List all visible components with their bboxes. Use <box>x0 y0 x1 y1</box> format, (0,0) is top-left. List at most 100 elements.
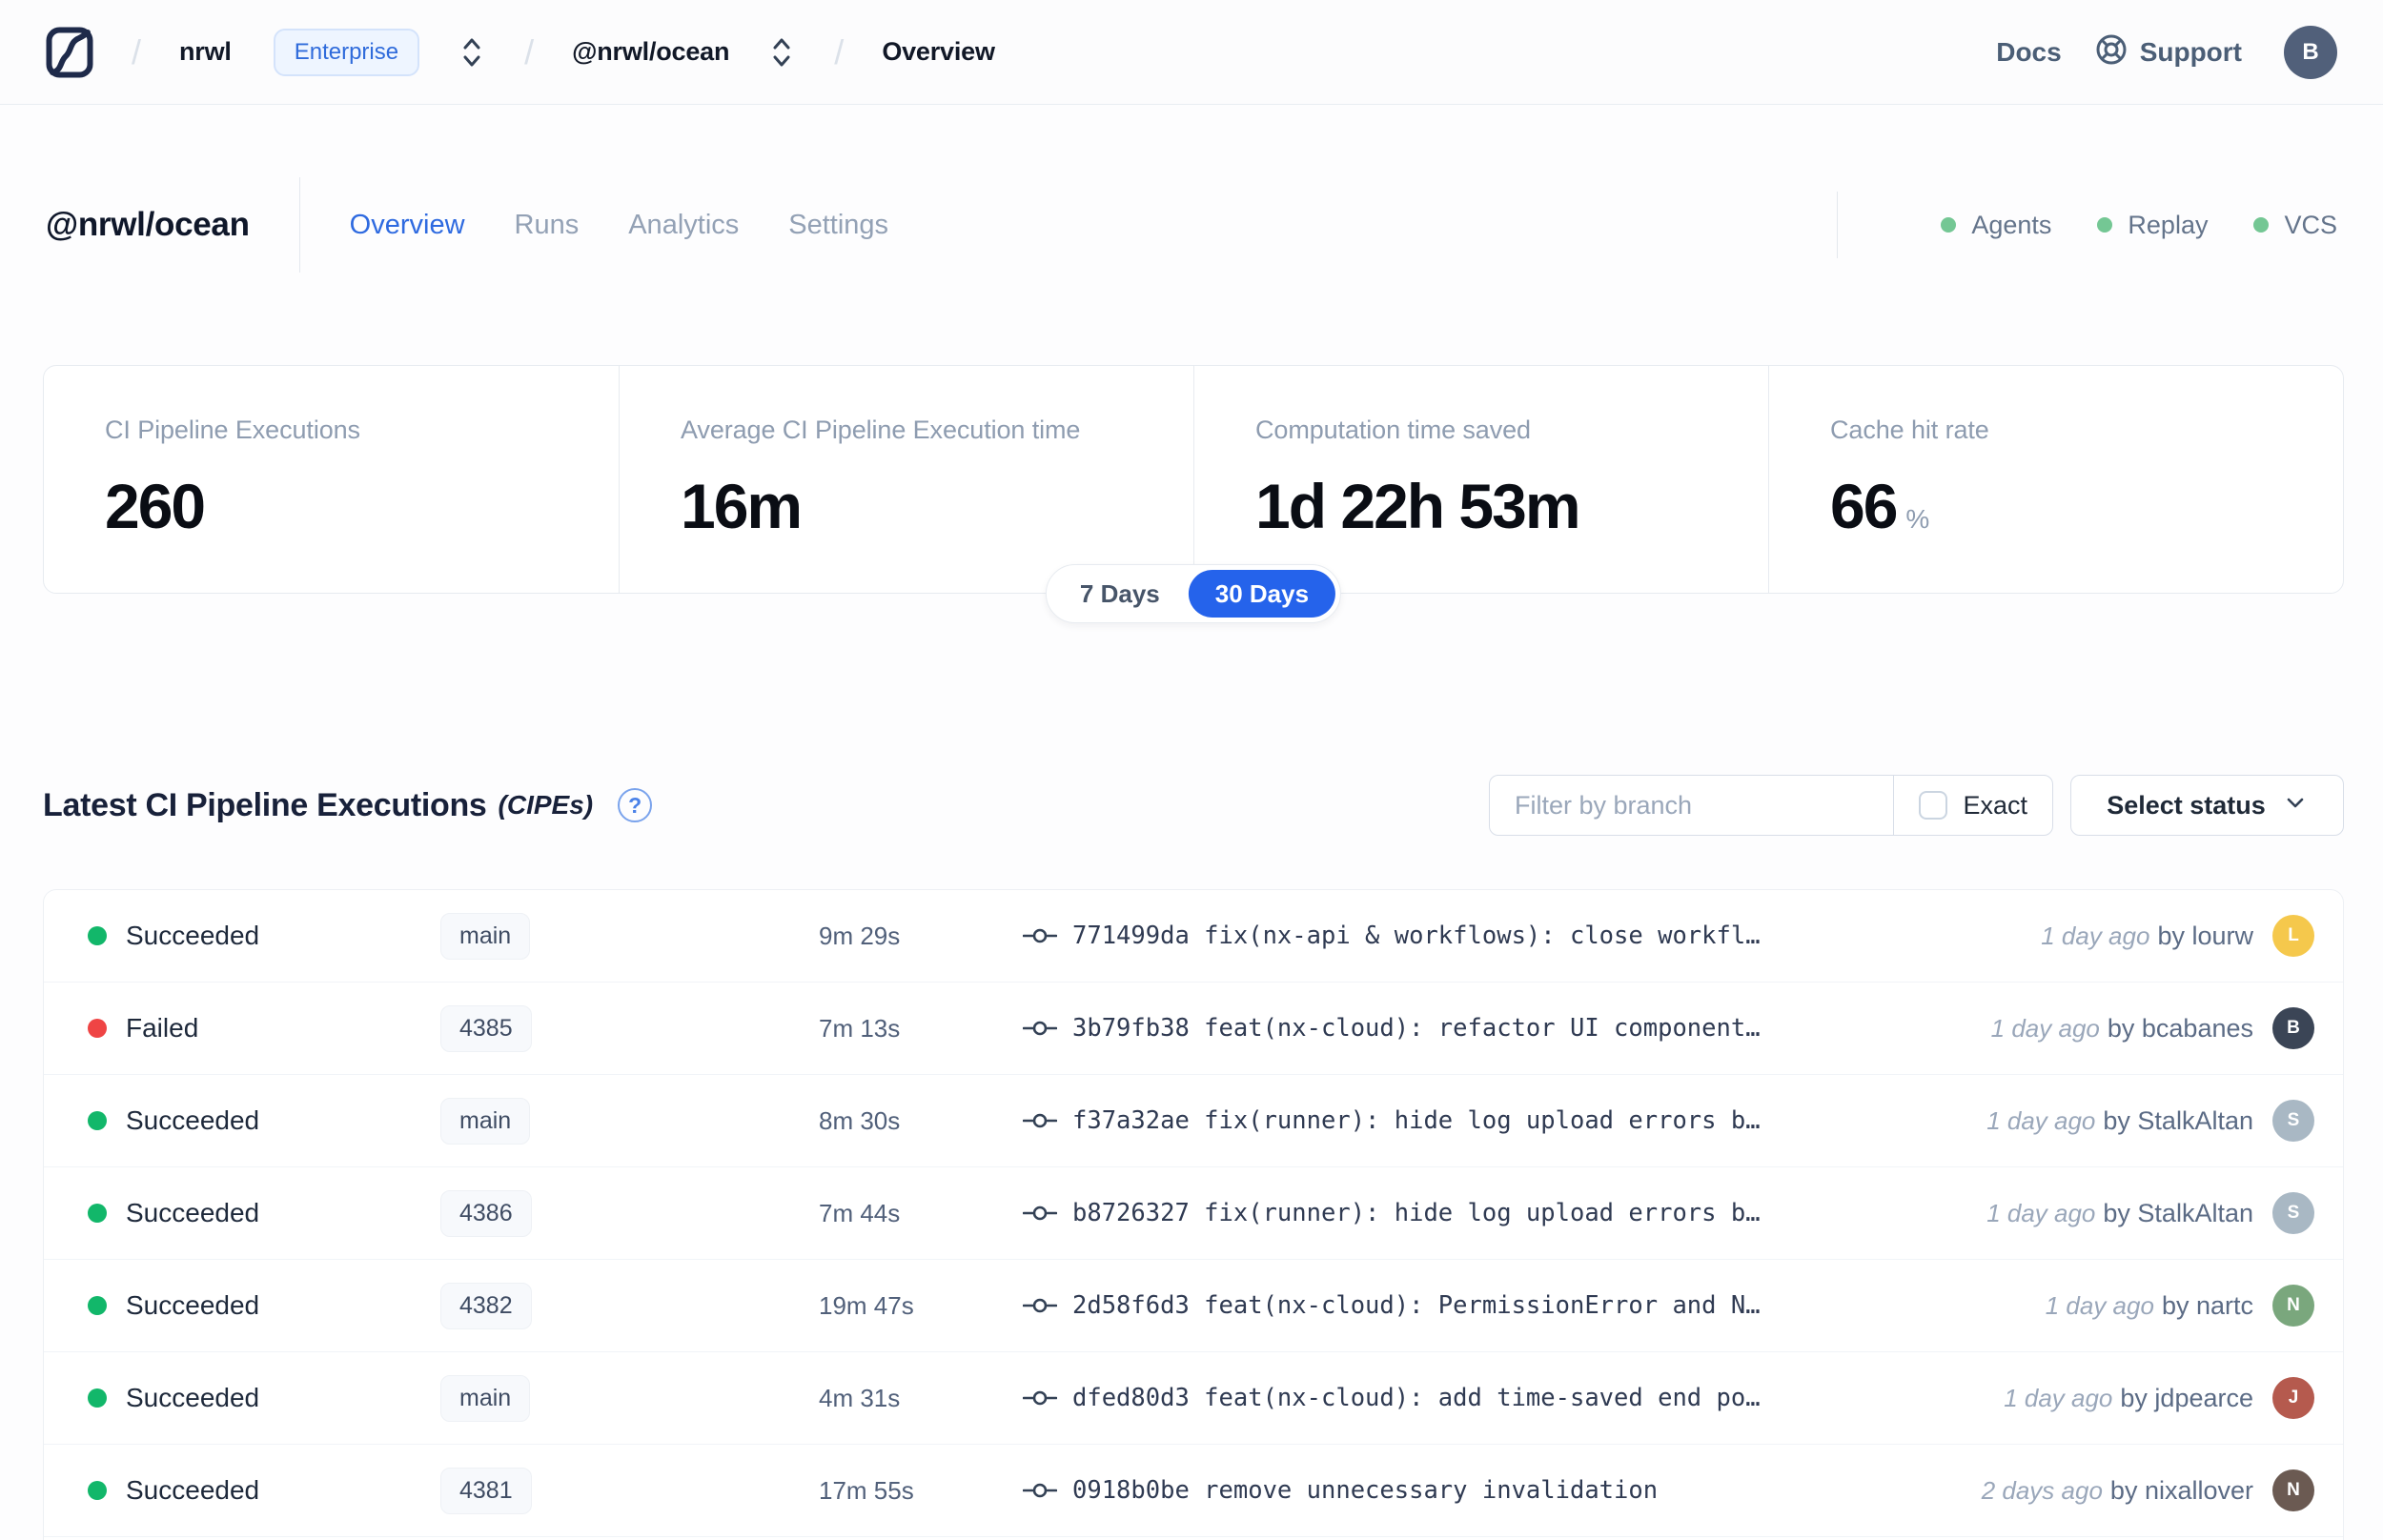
commit-message: 2d58f6d3 feat(nx-cloud): PermissionError… <box>1072 1291 1761 1320</box>
status-dot-icon <box>88 1296 107 1315</box>
toggle-30-days[interactable]: 30 Days <box>1188 570 1336 618</box>
breadcrumb-workspace[interactable]: nrwl <box>179 37 232 67</box>
author-label: by nartc <box>2161 1290 2253 1320</box>
status-label: Succeeded <box>126 1198 260 1227</box>
user-avatar[interactable]: B <box>2284 25 2337 79</box>
duration-label: 17m 55s <box>819 1475 914 1505</box>
commit-message: dfed80d3 feat(nx-cloud): add time-saved … <box>1072 1384 1761 1412</box>
cipe-row[interactable]: Failed 4385 7m 13s 3b79fb38 feat(nx-cloud):… <box>44 983 2343 1075</box>
commit-message: f37a32ae fix(runner): hide log upload er… <box>1072 1106 1761 1135</box>
author-label: by lourw <box>2157 921 2253 950</box>
exact-checkbox[interactable] <box>1919 791 1948 820</box>
branch-column: main <box>440 1374 819 1422</box>
time-ago-label: 2 days ago <box>1981 1475 2103 1505</box>
cipe-row[interactable]: Succeeded 4381 17m 55s 0918b0be remove unne… <box>44 1445 2343 1537</box>
duration-label: 7m 44s <box>819 1198 901 1227</box>
lifebuoy-icon <box>2094 32 2128 71</box>
git-commit-icon <box>1023 1480 1057 1501</box>
duration-label: 4m 31s <box>819 1383 901 1412</box>
time-ago-label: 1 day ago <box>2045 1290 2154 1320</box>
branch-filter-input[interactable] <box>1490 776 1894 835</box>
status-label: Succeeded <box>126 1383 260 1412</box>
tab-analytics[interactable]: Analytics <box>628 210 739 241</box>
stat-value: 16m <box>681 471 803 541</box>
branch-column: 4386 <box>440 1189 819 1237</box>
stat-average-execution-time: Average CI Pipeline Execution time 16m <box>619 366 1193 593</box>
status-label: Succeeded <box>126 1290 260 1320</box>
cipe-row[interactable]: Succeeded main 8m 30s f37a32ae fix(runner):… <box>44 1075 2343 1167</box>
row-meta: 1 day ago by jdpearce <box>2004 1384 2253 1413</box>
green-dot-icon <box>2097 217 2113 233</box>
cipe-section-header: Latest CI Pipeline Executions (CIPEs) ? … <box>43 775 2344 836</box>
section-title: Latest CI Pipeline Executions <box>43 786 487 823</box>
project-switcher-chevrons-icon[interactable] <box>767 34 796 71</box>
breadcrumb-separator: / <box>524 31 535 71</box>
cipe-row[interactable]: Succeeded main 9m 29s 771499da fix(nx-api &… <box>44 890 2343 983</box>
branch-badge: 4381 <box>440 1467 532 1514</box>
cipe-table: Succeeded main 9m 29s 771499da fix(nx-api &… <box>43 889 2344 1540</box>
status-dot-icon <box>88 1388 107 1408</box>
branch-filter-group: Exact <box>1489 775 2053 836</box>
status-select-dropdown[interactable]: Select status <box>2070 775 2344 836</box>
exact-label: Exact <box>1963 790 2027 820</box>
green-dot-icon <box>2253 217 2270 233</box>
author-label: by StalkAltan <box>2103 1105 2253 1135</box>
branch-column: 4382 <box>440 1282 819 1329</box>
support-link[interactable]: Support <box>2094 32 2242 71</box>
breadcrumb-separator: / <box>834 31 845 71</box>
git-commit-icon <box>1023 1388 1057 1408</box>
duration-label: 19m 47s <box>819 1290 914 1320</box>
nx-cloud-logo-icon[interactable] <box>46 27 93 78</box>
tab-runs[interactable]: Runs <box>515 210 580 241</box>
percent-unit: % <box>1905 504 1930 534</box>
author-avatar: N <box>2272 1285 2314 1327</box>
branch-column: 4385 <box>440 1004 819 1052</box>
row-meta: 1 day ago by lourw <box>2041 922 2253 951</box>
section-title-suffix: (CIPEs) <box>498 790 594 820</box>
commit-message: 0918b0be remove unnecessary invalidation <box>1072 1476 1659 1505</box>
stat-value: 260 <box>105 471 206 541</box>
stat-cache-hit-rate: Cache hit rate 66% <box>1768 366 2343 593</box>
tab-settings[interactable]: Settings <box>788 210 888 241</box>
git-commit-icon <box>1023 1110 1057 1131</box>
breadcrumb-separator: / <box>132 31 142 71</box>
git-commit-icon <box>1023 925 1057 946</box>
chevron-down-icon <box>2283 790 2308 821</box>
cipe-row[interactable]: Succeeded main 4m 31s dfed80d3 feat(nx-clou… <box>44 1352 2343 1445</box>
row-meta: 1 day ago by StalkAltan <box>1986 1106 2253 1136</box>
help-icon[interactable]: ? <box>618 788 653 822</box>
time-ago-label: 1 day ago <box>2041 921 2150 950</box>
status-dot-icon <box>88 1204 107 1223</box>
period-toggle: 7 Days 30 Days <box>1045 564 1342 623</box>
duration-label: 7m 13s <box>819 1013 901 1043</box>
stat-computation-time-saved: Computation time saved 1d 22h 53m <box>1193 366 1768 593</box>
branch-badge: 4385 <box>440 1004 532 1052</box>
exact-filter: Exact <box>1893 776 2052 835</box>
status-label: Failed <box>126 1013 199 1043</box>
branch-badge: main <box>440 912 531 960</box>
stat-value: 1d 22h 53m <box>1255 471 1581 541</box>
docs-link[interactable]: Docs <box>1996 37 2061 68</box>
status-dot-icon <box>88 1111 107 1130</box>
breadcrumb-page: Overview <box>882 37 995 66</box>
tab-overview[interactable]: Overview <box>350 210 465 241</box>
cipe-row[interactable]: Succeeded 4382 19m 47s 2d58f6d3 feat(nx-clo… <box>44 1260 2343 1352</box>
green-dot-icon <box>1941 217 1957 233</box>
indicator-agents: Agents <box>1941 211 2051 240</box>
author-avatar: B <box>2272 1007 2314 1049</box>
feature-indicators: Agents Replay VCS <box>1837 192 2337 258</box>
status-dot-icon <box>88 1019 107 1038</box>
header-divider <box>298 177 300 273</box>
breadcrumb-project[interactable]: @nrwl/ocean <box>572 37 729 67</box>
stat-value: 66% <box>1830 471 1930 541</box>
workspace-switcher-chevrons-icon[interactable] <box>458 34 486 71</box>
toggle-7-days[interactable]: 7 Days <box>1051 570 1189 618</box>
commit-message: b8726327 fix(runner): hide log upload er… <box>1072 1199 1761 1227</box>
status-label: Succeeded <box>126 921 260 950</box>
time-ago-label: 1 day ago <box>1990 1013 2100 1043</box>
cipe-row[interactable]: Succeeded 4386 7m 44s b8726327 fix(runner):… <box>44 1167 2343 1260</box>
branch-badge: 4386 <box>440 1189 532 1237</box>
status-label: Succeeded <box>126 1105 260 1135</box>
status-dot-icon <box>88 926 107 945</box>
author-label: by bcabanes <box>2107 1013 2253 1043</box>
